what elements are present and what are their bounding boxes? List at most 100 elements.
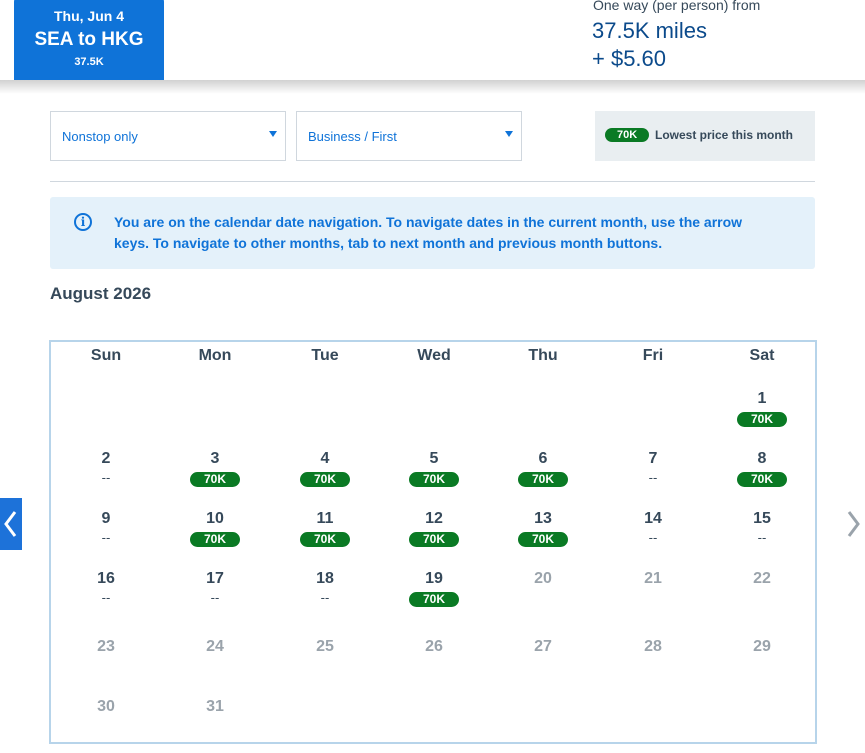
cabin-select[interactable]: Business / First [296, 111, 522, 161]
day-number: 10 [206, 510, 224, 527]
calendar-day[interactable]: 11 70K [270, 510, 380, 566]
price-badge: 70K [189, 472, 240, 487]
day-number: 28 [644, 638, 662, 655]
weekday-tue: Tue [311, 347, 339, 364]
day-number: 21 [644, 570, 662, 587]
price-badge: 70K [736, 472, 787, 487]
stops-select-value: Nonstop only [62, 129, 138, 144]
day-number: 7 [648, 450, 658, 467]
calendar-day: 28 [598, 638, 708, 694]
price-badge: 70K [408, 532, 459, 547]
no-price: -- [648, 470, 658, 485]
next-month-button[interactable] [842, 498, 864, 550]
calendar-day[interactable]: 14 -- [598, 510, 708, 566]
calendar-day: 29 [707, 638, 817, 694]
calendar-day: 21 [598, 570, 708, 626]
day-number: 27 [534, 638, 552, 655]
legend-badge: 70K [605, 128, 650, 142]
calendar-day[interactable]: 6 70K [488, 450, 598, 506]
day-number: 6 [538, 450, 548, 467]
calendar-day: 31 [160, 698, 270, 753]
price-badge: 70K [408, 592, 459, 607]
calendar-day[interactable]: 10 70K [160, 510, 270, 566]
trip-date: Thu, Jun 4 [54, 8, 124, 24]
day-number: 11 [316, 510, 334, 527]
price-badge: 70K [517, 532, 568, 547]
price-caption: One way (per person) from [593, 0, 761, 13]
day-number: 15 [753, 510, 771, 527]
no-price: -- [757, 530, 767, 545]
day-number: 13 [534, 510, 552, 527]
legend-text: Lowest price this month [655, 128, 794, 142]
day-number: 19 [425, 570, 443, 587]
day-number: 8 [757, 450, 767, 467]
weekday-sat: Sat [749, 347, 775, 364]
trip-tab[interactable]: Thu, Jun 4 SEA to HKG 37.5K [14, 0, 164, 80]
day-number: 17 [206, 570, 224, 587]
day-number: 23 [97, 638, 115, 655]
calendar-day[interactable]: 13 70K [488, 510, 598, 566]
day-number: 22 [753, 570, 771, 587]
no-price: -- [320, 590, 330, 605]
chevron-right-icon [847, 511, 860, 537]
calendar-day[interactable]: 8 70K [707, 450, 817, 506]
no-price: -- [101, 530, 111, 545]
calendar-day[interactable]: 3 70K [160, 450, 270, 506]
calendar-day: 25 [270, 638, 380, 694]
day-number: 14 [644, 510, 662, 527]
price-badge: 70K [299, 472, 350, 487]
calendar-day[interactable]: 9 -- [51, 510, 161, 566]
day-number: 29 [753, 638, 771, 655]
day-number: 9 [101, 510, 111, 527]
price-badge: 70K [299, 532, 350, 547]
stops-select[interactable]: Nonstop only [50, 111, 286, 161]
top-bar: Thu, Jun 4 SEA to HKG 37.5K One way (per… [0, 0, 865, 80]
weekday-thu: Thu [528, 347, 558, 364]
day-number: 4 [320, 450, 330, 467]
weekday-wed: Wed [417, 347, 451, 364]
calendar-day: 24 [160, 638, 270, 694]
day-number: 31 [206, 698, 224, 715]
calendar-day: 23 [51, 638, 161, 694]
calendar-day[interactable]: 19 70K [379, 570, 489, 626]
calendar-day[interactable]: 5 70K [379, 450, 489, 506]
calendar-day[interactable]: 15 -- [707, 510, 817, 566]
no-price: -- [101, 470, 111, 485]
calendar-day: 30 [51, 698, 161, 753]
top-bar-shadow [0, 80, 865, 94]
calendar-day[interactable]: 2 -- [51, 450, 161, 506]
chevron-down-icon [269, 131, 277, 137]
previous-month-button[interactable] [0, 498, 22, 550]
no-price: -- [101, 590, 111, 605]
calendar-grid: Sun Mon Tue Wed Thu Fri Sat 1 70K 2 -- 3 70K 4… [49, 340, 817, 744]
day-number: 12 [425, 510, 443, 527]
price-badge: 70K [408, 472, 459, 487]
divider [50, 181, 815, 182]
trip-miles: 37.5K [74, 56, 104, 68]
info-banner: i You are on the calendar date navigatio… [50, 197, 815, 269]
calendar-day[interactable]: 1 70K [707, 390, 817, 446]
price-miles: 37.5K miles [592, 18, 707, 43]
day-number: 3 [210, 450, 220, 467]
calendar-day: 20 [488, 570, 598, 626]
day-number: 2 [101, 450, 111, 467]
day-number: 26 [425, 638, 443, 655]
info-icon: i [74, 213, 92, 231]
no-price: -- [210, 590, 220, 605]
trip-route: SEA to HKG [34, 29, 144, 50]
price-badge: 70K [736, 412, 787, 427]
day-number: 24 [206, 638, 224, 655]
cabin-select-value: Business / First [308, 129, 397, 144]
price-badge: 70K [517, 472, 568, 487]
calendar-day[interactable]: 12 70K [379, 510, 489, 566]
day-number: 1 [757, 390, 767, 407]
calendar-day[interactable]: 17 -- [160, 570, 270, 626]
calendar-day[interactable]: 16 -- [51, 570, 161, 626]
month-title: August 2026 [50, 284, 152, 303]
weekday-sun: Sun [90, 347, 122, 364]
calendar-day[interactable]: 7 -- [598, 450, 708, 506]
calendar-day[interactable]: 18 -- [270, 570, 380, 626]
calendar-day: 26 [379, 638, 489, 694]
chevron-left-icon [4, 511, 17, 537]
calendar-day[interactable]: 4 70K [270, 450, 380, 506]
